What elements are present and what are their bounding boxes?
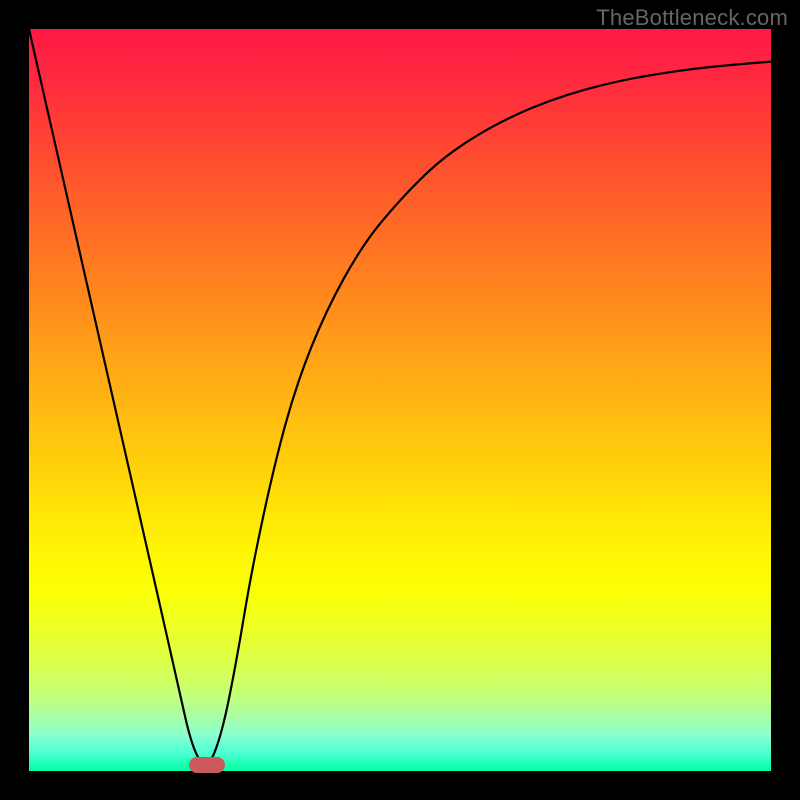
curve-svg [29,29,771,771]
plot-area [29,29,771,771]
bottleneck-curve [29,29,771,764]
minimum-marker [189,757,225,773]
watermark-text: TheBottleneck.com [596,5,788,31]
chart-frame: TheBottleneck.com [0,0,800,800]
